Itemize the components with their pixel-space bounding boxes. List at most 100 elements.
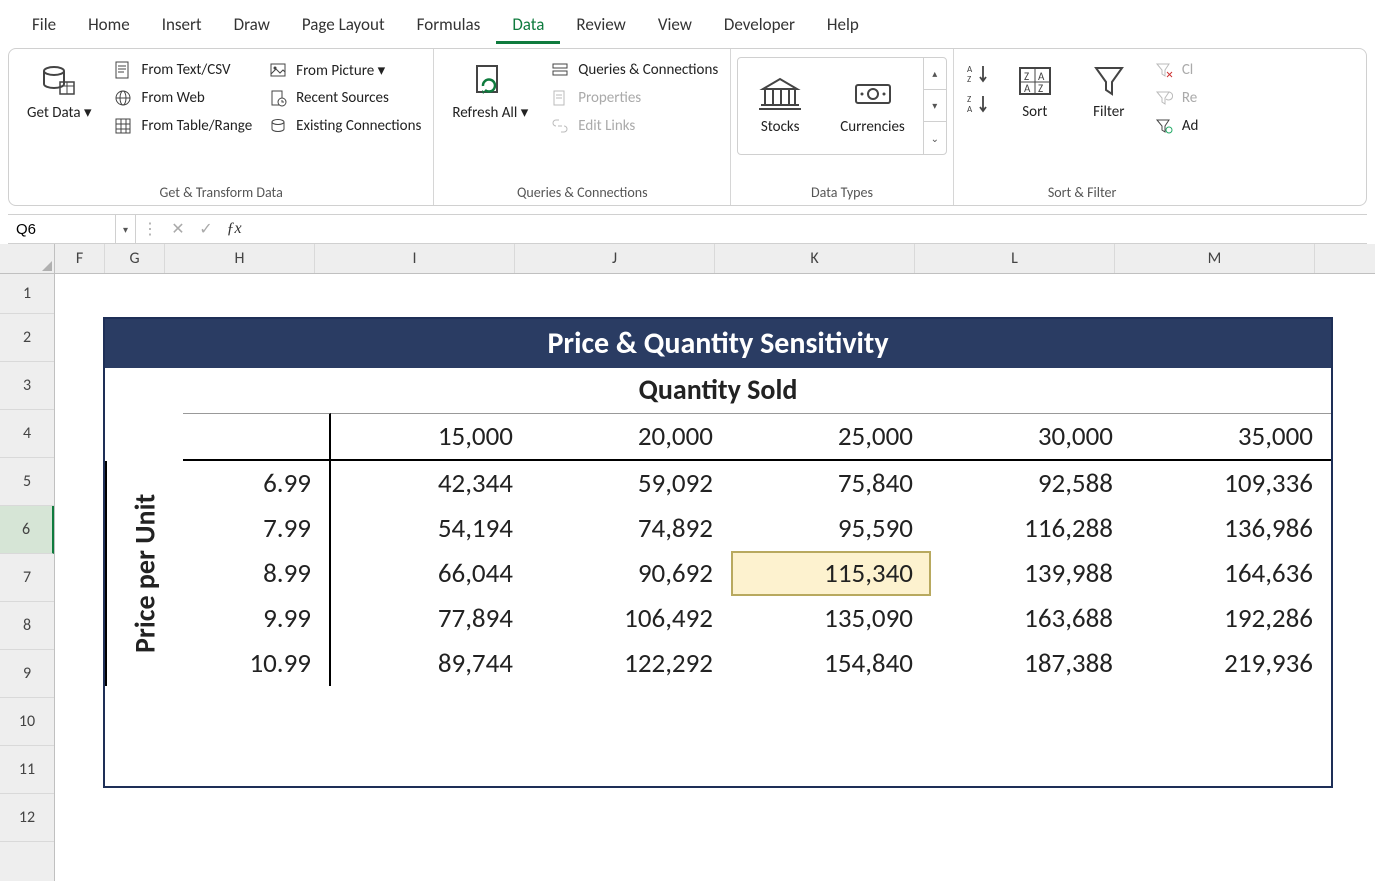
cell-area[interactable]: Price & Quantity Sensitivity Quantity So…	[55, 274, 1375, 881]
enter-formula-icon[interactable]: ✓	[192, 215, 220, 243]
data-cell-2-3[interactable]: 139,988	[931, 551, 1131, 596]
cancel-formula-icon[interactable]: ✕	[164, 215, 192, 243]
data-cell-2-1[interactable]: 90,692	[531, 551, 731, 596]
existing-connections-button[interactable]: Existing Connections	[262, 113, 427, 139]
data-cell-1-3[interactable]: 116,288	[931, 506, 1131, 551]
advanced-button[interactable]: Ad	[1148, 113, 1205, 139]
col-header-H[interactable]: H	[165, 244, 315, 273]
price-header-3[interactable]: 9.99	[183, 596, 331, 641]
row-header-7[interactable]: 7	[0, 554, 54, 602]
price-header-2[interactable]: 8.99	[183, 551, 331, 596]
row-header-5[interactable]: 5	[0, 458, 54, 506]
price-header-0[interactable]: 6.99	[183, 461, 331, 506]
data-cell-0-1[interactable]: 59,092	[531, 461, 731, 506]
from-web-button[interactable]: From Web	[107, 85, 258, 111]
fx-icon[interactable]: ƒx	[220, 215, 248, 243]
menu-home[interactable]: Home	[72, 8, 146, 44]
queries-connections-button[interactable]: Queries & Connections	[544, 57, 724, 83]
gallery-more[interactable]: ⌄	[924, 122, 946, 154]
menu-file[interactable]: File	[16, 8, 72, 44]
data-cell-4-0[interactable]: 89,744	[331, 641, 531, 686]
group-label-sortfilter: Sort & Filter	[960, 182, 1205, 203]
col-header-M[interactable]: M	[1115, 244, 1315, 273]
data-cell-3-4[interactable]: 192,286	[1131, 596, 1331, 641]
row-header-6[interactable]: 6	[0, 506, 54, 554]
menu-draw[interactable]: Draw	[218, 8, 286, 44]
col-header-K[interactable]: K	[715, 244, 915, 273]
data-cell-2-4[interactable]: 164,636	[1131, 551, 1331, 596]
data-cell-4-1[interactable]: 122,292	[531, 641, 731, 686]
from-text-csv-button[interactable]: From Text/CSV	[107, 57, 258, 83]
data-cell-0-3[interactable]: 92,588	[931, 461, 1131, 506]
get-data-button[interactable]: Get Data ▾	[15, 57, 103, 126]
data-cell-1-0[interactable]: 54,194	[331, 506, 531, 551]
name-box-dropdown[interactable]: ▾	[116, 215, 136, 243]
row-header-10[interactable]: 10	[0, 698, 54, 746]
ribbon-group-sortfilter: AZ ZA ZAAZ Sort Filter	[954, 49, 1211, 205]
row-header-11[interactable]: 11	[0, 746, 54, 794]
sort-desc-button[interactable]: ZA	[964, 93, 992, 115]
qty-header-3[interactable]: 30,000	[931, 413, 1131, 461]
data-cell-4-4[interactable]: 219,936	[1131, 641, 1331, 686]
row-header-12[interactable]: 12	[0, 794, 54, 842]
menu-page-layout[interactable]: Page Layout	[286, 8, 401, 44]
data-cell-0-0[interactable]: 42,344	[331, 461, 531, 506]
sort-button[interactable]: ZAAZ Sort	[1000, 57, 1070, 125]
menu-insert[interactable]: Insert	[146, 8, 218, 44]
expand-formula-icon[interactable]: ⋮	[136, 215, 164, 243]
col-header-L[interactable]: L	[915, 244, 1115, 273]
refresh-all-label: Refresh All ▾	[452, 103, 528, 122]
qty-header-1[interactable]: 20,000	[531, 413, 731, 461]
select-all-corner[interactable]	[0, 244, 55, 274]
menu-formulas[interactable]: Formulas	[401, 8, 497, 44]
row-header-2[interactable]: 2	[0, 314, 54, 362]
refresh-all-button[interactable]: Refresh All ▾	[440, 57, 540, 126]
from-table-range-button[interactable]: From Table/Range	[107, 113, 258, 139]
col-header-J[interactable]: J	[515, 244, 715, 273]
menu-help[interactable]: Help	[811, 8, 875, 44]
data-cell-3-1[interactable]: 106,492	[531, 596, 731, 641]
data-cell-3-3[interactable]: 163,688	[931, 596, 1131, 641]
col-header-I[interactable]: I	[315, 244, 515, 273]
menu-data[interactable]: Data	[496, 8, 560, 44]
datatype-stocks[interactable]: Stocks	[738, 68, 822, 144]
data-cell-3-2[interactable]: 135,090	[731, 596, 931, 641]
data-cell-1-1[interactable]: 74,892	[531, 506, 731, 551]
col-header-F[interactable]: F	[55, 244, 105, 273]
row-headers: 123456789101112	[0, 274, 55, 881]
qty-header-0[interactable]: 15,000	[331, 413, 531, 461]
gallery-up[interactable]: ▴	[924, 58, 946, 90]
qty-header-4[interactable]: 35,000	[1131, 413, 1331, 461]
col-header-G[interactable]: G	[105, 244, 165, 273]
price-header-4[interactable]: 10.99	[183, 641, 331, 686]
group-label-datatypes: Data Types	[737, 182, 947, 203]
data-cell-0-2[interactable]: 75,840	[731, 461, 931, 506]
row-header-8[interactable]: 8	[0, 602, 54, 650]
row-header-1[interactable]: 1	[0, 274, 54, 314]
recent-sources-button[interactable]: Recent Sources	[262, 85, 427, 111]
data-cell-1-4[interactable]: 136,986	[1131, 506, 1331, 551]
data-cell-0-4[interactable]: 109,336	[1131, 461, 1331, 506]
filter-button[interactable]: Filter	[1074, 57, 1144, 125]
data-cell-2-2[interactable]: 115,340	[731, 551, 931, 596]
data-cell-3-0[interactable]: 77,894	[331, 596, 531, 641]
menu-review[interactable]: Review	[560, 8, 641, 44]
qty-header-2[interactable]: 25,000	[731, 413, 931, 461]
data-cell-1-2[interactable]: 95,590	[731, 506, 931, 551]
data-cell-2-0[interactable]: 66,044	[331, 551, 531, 596]
data-cell-4-2[interactable]: 154,840	[731, 641, 931, 686]
price-header-1[interactable]: 7.99	[183, 506, 331, 551]
row-header-4[interactable]: 4	[0, 410, 54, 458]
row-header-9[interactable]: 9	[0, 650, 54, 698]
menu-view[interactable]: View	[642, 8, 708, 44]
formula-input[interactable]	[248, 215, 1367, 243]
gallery-down[interactable]: ▾	[924, 90, 946, 122]
reapply-icon	[1154, 88, 1174, 108]
menu-developer[interactable]: Developer	[708, 8, 811, 44]
data-cell-4-3[interactable]: 187,388	[931, 641, 1131, 686]
row-header-3[interactable]: 3	[0, 362, 54, 410]
datatype-currencies[interactable]: Currencies	[822, 68, 923, 144]
sort-asc-button[interactable]: AZ	[964, 63, 992, 85]
name-box[interactable]	[8, 215, 116, 243]
from-picture-button[interactable]: From Picture ▾	[262, 57, 427, 83]
